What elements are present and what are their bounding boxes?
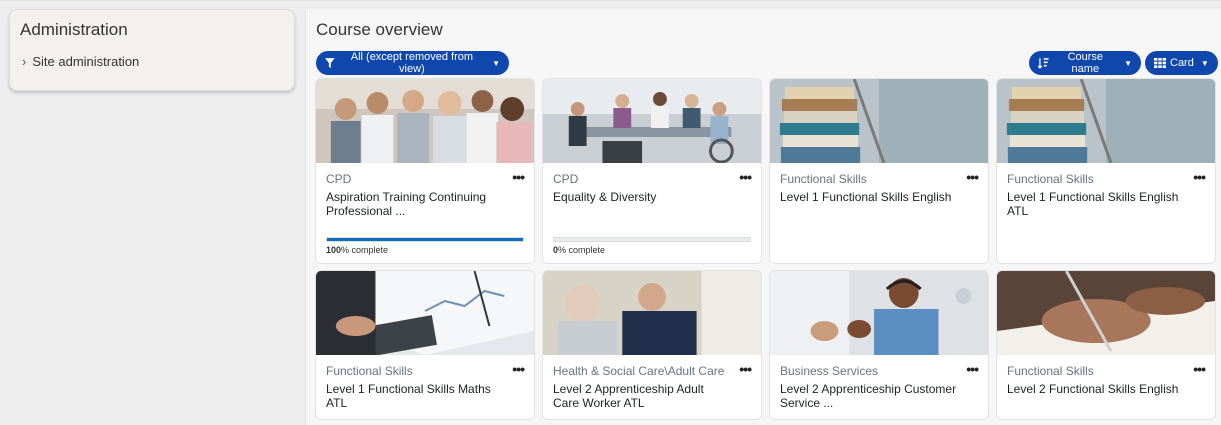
progress-label: 100% complete bbox=[326, 245, 524, 255]
course-actions-menu-icon[interactable]: ••• bbox=[512, 361, 525, 377]
caret-down-icon: ▼ bbox=[492, 58, 500, 68]
grid-icon bbox=[1154, 58, 1166, 68]
progress-bar bbox=[553, 237, 751, 242]
course-actions-menu-icon[interactable]: ••• bbox=[739, 361, 752, 377]
course-name-link[interactable]: Equality & Diversity bbox=[553, 190, 733, 204]
course-category: Health & Social Care\Adult Care bbox=[553, 364, 725, 378]
filter-icon bbox=[325, 58, 335, 68]
course-category: Business Services bbox=[780, 364, 879, 378]
course-overview-block: Course overview All (except removed from… bbox=[305, 9, 1221, 425]
course-card[interactable]: Functional Skills Level 2 Functional Ski… bbox=[996, 270, 1216, 420]
course-image-group-of-professionals[interactable] bbox=[316, 79, 534, 163]
course-name-link[interactable]: Aspiration Training Continuing Professio… bbox=[326, 190, 506, 218]
progress-suffix: % complete bbox=[341, 245, 389, 255]
course-image-carer-with-elderly-man[interactable] bbox=[543, 271, 761, 355]
page-title: Course overview bbox=[316, 20, 443, 39]
progress-suffix: % complete bbox=[558, 245, 606, 255]
course-card[interactable]: Business Services Level 2 Apprenticeship… bbox=[769, 270, 989, 420]
course-image-stack-of-books[interactable] bbox=[997, 79, 1215, 163]
course-category: CPD bbox=[326, 172, 352, 186]
sort-button-label: Course name bbox=[1067, 51, 1104, 75]
view-mode-button[interactable]: Card ▼ bbox=[1145, 51, 1218, 75]
administration-title: Administration bbox=[20, 20, 128, 39]
course-image-office-meeting[interactable] bbox=[543, 79, 761, 163]
course-actions-menu-icon[interactable]: ••• bbox=[1193, 169, 1206, 185]
course-name-link[interactable]: Level 1 Functional Skills English bbox=[780, 190, 960, 204]
course-card[interactable]: CPD Equality & Diversity ••• 0% complete bbox=[542, 78, 762, 264]
course-image-stack-of-books[interactable] bbox=[770, 79, 988, 163]
course-category: Functional Skills bbox=[1007, 172, 1094, 186]
course-image-call-centre-agent[interactable] bbox=[770, 271, 988, 355]
course-progress: 0% complete bbox=[553, 237, 751, 255]
course-name-link[interactable]: Level 2 Apprenticeship Adult Care Worker… bbox=[553, 382, 733, 410]
course-actions-menu-icon[interactable]: ••• bbox=[966, 361, 979, 377]
course-image-calculator-and-charts[interactable] bbox=[316, 271, 534, 355]
course-name-link[interactable]: Level 1 Functional Skills Maths ATL bbox=[326, 382, 506, 410]
progress-fill bbox=[327, 238, 523, 241]
grouping-filter-button[interactable]: All (except removed from view) ▼ bbox=[316, 51, 509, 75]
course-category: Functional Skills bbox=[1007, 364, 1094, 378]
filter-button-label: All (except removed from view) bbox=[350, 51, 474, 75]
course-actions-menu-icon[interactable]: ••• bbox=[739, 169, 752, 185]
caret-down-icon: ▼ bbox=[1200, 58, 1209, 68]
course-card[interactable]: CPD Aspiration Training Continuing Profe… bbox=[315, 78, 535, 264]
course-card[interactable]: Health & Social Care\Adult Care Level 2 … bbox=[542, 270, 762, 420]
chevron-right-icon: › bbox=[22, 54, 27, 69]
course-progress: 100% complete bbox=[326, 237, 524, 255]
course-image-hand-writing[interactable] bbox=[997, 271, 1215, 355]
course-actions-menu-icon[interactable]: ••• bbox=[512, 169, 525, 185]
course-card[interactable]: Functional Skills Level 1 Functional Ski… bbox=[315, 270, 535, 420]
progress-label: 0% complete bbox=[553, 245, 751, 255]
progress-bar bbox=[326, 237, 524, 242]
view-button-label: Card bbox=[1170, 57, 1194, 69]
sidebar-item-label: Site administration bbox=[32, 54, 140, 69]
sidebar-item-site-administration[interactable]: › Site administration bbox=[20, 54, 284, 69]
course-name-link[interactable]: Level 2 Apprenticeship Customer Service … bbox=[780, 382, 960, 410]
progress-percent: 100 bbox=[326, 245, 342, 255]
course-actions-menu-icon[interactable]: ••• bbox=[966, 169, 979, 185]
course-category: Functional Skills bbox=[780, 172, 867, 186]
course-category: CPD bbox=[553, 172, 579, 186]
sort-button[interactable]: Course name ▼ bbox=[1029, 51, 1141, 75]
course-category: Functional Skills bbox=[326, 364, 413, 378]
administration-block: Administration › Site administration bbox=[9, 9, 295, 91]
caret-down-icon: ▼ bbox=[1124, 58, 1132, 68]
course-actions-menu-icon[interactable]: ••• bbox=[1193, 361, 1206, 377]
course-name-link[interactable]: Level 2 Functional Skills English bbox=[1007, 382, 1187, 396]
page: Administration › Site administration Cou… bbox=[0, 0, 1221, 425]
sort-alpha-icon bbox=[1038, 58, 1049, 69]
course-card[interactable]: Functional Skills Level 1 Functional Ski… bbox=[996, 78, 1216, 264]
course-name-link[interactable]: Level 1 Functional Skills English ATL bbox=[1007, 190, 1187, 218]
course-card[interactable]: Functional Skills Level 1 Functional Ski… bbox=[769, 78, 989, 264]
